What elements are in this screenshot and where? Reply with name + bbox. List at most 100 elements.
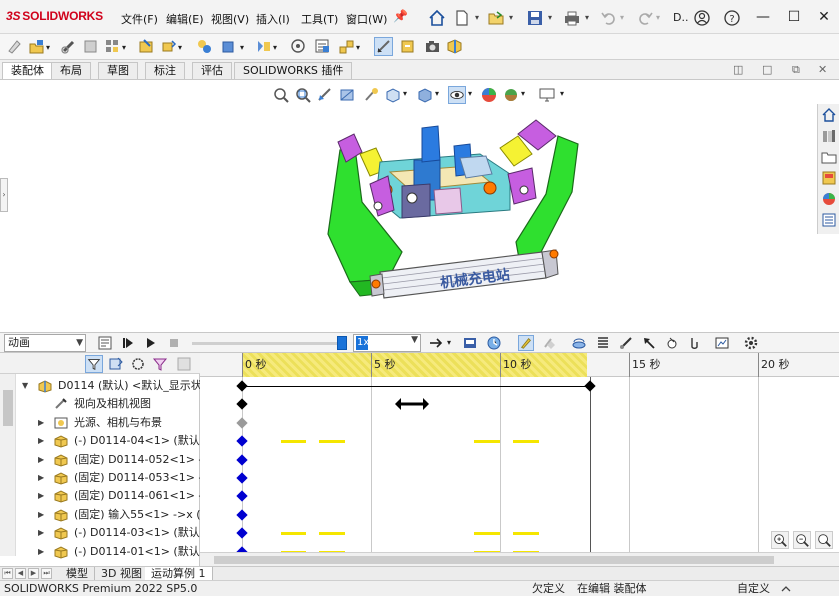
cascade-doc-icon[interactable]: ⧉ bbox=[792, 63, 800, 77]
gravity-icon[interactable] bbox=[686, 335, 702, 351]
chevron-down-icon[interactable]: ▾ bbox=[509, 13, 513, 22]
solidworks-resources-icon[interactable] bbox=[821, 107, 837, 123]
tab-model[interactable]: 模型 bbox=[60, 567, 95, 580]
restore-doc-icon[interactable]: □ bbox=[762, 63, 772, 76]
chevron-down-icon[interactable]: ▾ bbox=[178, 43, 182, 52]
edit-component-icon[interactable] bbox=[6, 38, 23, 55]
last-tab-icon[interactable]: ⏭ bbox=[41, 568, 52, 579]
instant-3d-icon[interactable] bbox=[374, 37, 393, 56]
pin-icon[interactable]: 📌 bbox=[393, 9, 408, 23]
slider-thumb[interactable] bbox=[337, 336, 347, 350]
reference-geometry-icon[interactable] bbox=[255, 38, 272, 55]
tree-row[interactable]: ▶ (-) D0114-04<1> (默认) - bbox=[0, 432, 200, 450]
motion-segment[interactable] bbox=[280, 532, 307, 536]
tree-row[interactable]: ▶ (-) D0114-03<1> (默认) - bbox=[0, 524, 200, 542]
tree-row[interactable]: ▶ (-) D0114-01<1> (默认) - bbox=[0, 543, 200, 561]
display-style-icon[interactable] bbox=[416, 86, 434, 104]
exploded-view-icon[interactable] bbox=[338, 38, 355, 55]
motion-segment[interactable] bbox=[280, 440, 307, 444]
chevron-down-icon[interactable]: ▾ bbox=[548, 13, 552, 22]
component-key-point[interactable] bbox=[236, 527, 248, 539]
expand-arrow-icon[interactable]: ▶ bbox=[38, 469, 48, 487]
motion-study-properties-icon[interactable] bbox=[743, 335, 759, 351]
insert-component-icon[interactable] bbox=[28, 38, 45, 55]
menu-window[interactable]: 窗口(W) bbox=[346, 11, 387, 27]
component-key-point[interactable] bbox=[236, 435, 248, 447]
chevron-down-icon[interactable]: ▾ bbox=[240, 43, 244, 52]
zoom-out-icon[interactable] bbox=[793, 531, 811, 549]
linear-pattern-icon[interactable] bbox=[104, 38, 121, 55]
section-view-icon[interactable] bbox=[338, 86, 356, 104]
chevron-down-icon[interactable]: ▾ bbox=[521, 89, 525, 98]
tree-row[interactable]: 视向及相机视图 bbox=[0, 395, 200, 413]
damper-icon[interactable] bbox=[618, 335, 634, 351]
menu-view[interactable]: 视图(V) bbox=[211, 11, 249, 27]
tree-row[interactable]: ▶ (固定) 输入55<1> ->x (默 bbox=[0, 506, 200, 524]
menu-file[interactable]: 文件(F) bbox=[121, 11, 158, 27]
timeline-horizontal-scrollbar[interactable] bbox=[200, 552, 839, 566]
tree-row[interactable]: ▶ (固定) D0114-053<1> -> bbox=[0, 469, 200, 487]
minimize-button[interactable]: — bbox=[753, 8, 773, 26]
assembly-model-viewport[interactable]: 机械充电站 bbox=[310, 114, 600, 304]
open-folder-icon[interactable] bbox=[487, 9, 505, 27]
chevron-down-icon[interactable]: ▾ bbox=[273, 43, 277, 52]
calculate-icon[interactable] bbox=[97, 335, 113, 351]
close-doc-icon[interactable]: ✕ bbox=[818, 63, 827, 76]
playback-speed-select[interactable]: 1x ▼ bbox=[353, 334, 421, 352]
expand-arrow-icon[interactable]: ▶ bbox=[38, 432, 48, 450]
previous-view-icon[interactable] bbox=[316, 86, 334, 104]
take-snapshot-icon[interactable] bbox=[424, 38, 441, 55]
save-animation-icon[interactable] bbox=[462, 335, 478, 351]
menu-edit[interactable]: 编辑(E) bbox=[166, 11, 204, 27]
chevron-down-icon[interactable]: ▾ bbox=[620, 13, 624, 22]
custom-properties-icon[interactable] bbox=[821, 212, 837, 228]
first-tab-icon[interactable]: ⏮ bbox=[2, 568, 13, 579]
save-icon[interactable] bbox=[526, 9, 544, 27]
motion-segment[interactable] bbox=[319, 440, 346, 444]
chevron-down-icon[interactable]: ▾ bbox=[560, 89, 564, 98]
zoom-to-fit-timeline-icon[interactable] bbox=[815, 531, 833, 549]
dynamic-annotation-icon[interactable] bbox=[362, 86, 380, 104]
playback-time-slider[interactable] bbox=[192, 342, 342, 345]
tab-markup[interactable]: 标注 bbox=[145, 62, 185, 79]
large-assembly-mode-icon[interactable] bbox=[446, 38, 463, 55]
play-icon[interactable] bbox=[143, 335, 159, 351]
menu-tools[interactable]: 工具(T) bbox=[301, 11, 338, 27]
smart-fasteners-icon[interactable] bbox=[138, 38, 155, 55]
motion-segment[interactable] bbox=[474, 532, 500, 536]
tab-assembly[interactable]: 装配体 bbox=[2, 62, 53, 79]
component-key-point[interactable] bbox=[236, 472, 248, 484]
results-plots-icon[interactable] bbox=[714, 335, 730, 351]
update-speedpak-icon[interactable] bbox=[399, 38, 416, 55]
apply-scene-icon[interactable] bbox=[502, 86, 520, 104]
tree-row[interactable]: ▶ 光源、相机与布景 bbox=[0, 414, 200, 432]
show-hidden-components-icon[interactable] bbox=[196, 38, 213, 55]
expand-arrow-icon[interactable]: ▶ bbox=[38, 543, 48, 561]
home-icon[interactable] bbox=[428, 9, 446, 27]
zoom-to-area-icon[interactable] bbox=[294, 86, 312, 104]
add-update-key-icon[interactable] bbox=[541, 335, 557, 351]
assembly-features-icon[interactable] bbox=[220, 38, 237, 55]
motion-segment[interactable] bbox=[512, 440, 539, 444]
move-component-icon[interactable] bbox=[160, 38, 177, 55]
chevron-down-icon[interactable]: ▾ bbox=[46, 43, 50, 52]
tab-layout[interactable]: 布局 bbox=[51, 62, 91, 79]
chevron-down-icon[interactable]: ▾ bbox=[468, 89, 472, 98]
zoom-in-icon[interactable] bbox=[771, 531, 789, 549]
maximize-button[interactable]: ☐ bbox=[784, 8, 804, 26]
chevron-down-icon[interactable]: ▾ bbox=[356, 43, 360, 52]
filter-selected-icon[interactable] bbox=[129, 355, 147, 373]
motion-segment[interactable] bbox=[319, 532, 346, 536]
animation-wizard-icon[interactable] bbox=[486, 335, 502, 351]
tab-motion-study-1[interactable]: 运动算例 1 bbox=[145, 567, 213, 580]
print-icon[interactable] bbox=[563, 9, 581, 27]
view-settings-icon[interactable] bbox=[538, 86, 556, 104]
chevron-down-icon[interactable]: ▾ bbox=[475, 13, 479, 22]
component-key-point[interactable] bbox=[236, 453, 248, 466]
hide-show-items-icon[interactable] bbox=[448, 86, 466, 104]
new-motion-study-icon[interactable] bbox=[290, 38, 307, 55]
collapse-all-icon[interactable] bbox=[175, 355, 193, 373]
zoom-to-fit-icon[interactable] bbox=[272, 86, 290, 104]
tree-row[interactable]: ▼ D0114 (默认) <默认_显示状态 bbox=[0, 377, 200, 395]
tree-row[interactable]: ▶ (固定) D0114-052<1> -> bbox=[0, 451, 200, 469]
